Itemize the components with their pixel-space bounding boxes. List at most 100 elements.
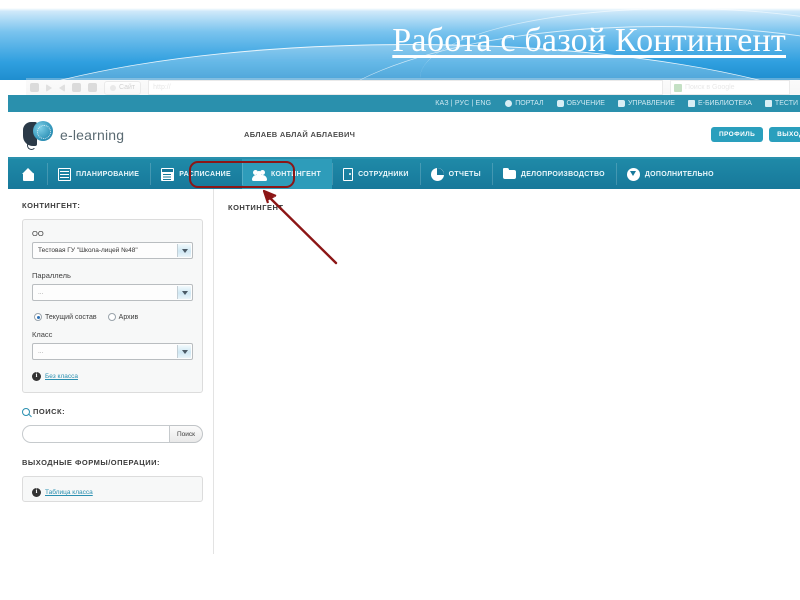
sidebar-heading-search: ПОИСК: bbox=[22, 407, 203, 416]
slide-banner: Работа с базой Контингент bbox=[0, 0, 800, 80]
people-icon bbox=[251, 168, 267, 181]
browser-menu-icon[interactable] bbox=[30, 83, 39, 92]
book-globe-icon bbox=[22, 120, 54, 150]
refresh-icon[interactable] bbox=[72, 83, 81, 92]
logo-text: e-learning bbox=[60, 126, 125, 143]
info-icon: i bbox=[32, 488, 41, 497]
radio-dot-icon bbox=[107, 313, 116, 321]
util-label-portal: ПОРТАЛ bbox=[515, 100, 544, 107]
lang-separator-2: | bbox=[471, 100, 474, 107]
book-icon bbox=[764, 100, 772, 107]
radio-label-current: Текущий состав bbox=[45, 313, 97, 321]
forward-arrow-icon[interactable] bbox=[59, 83, 65, 92]
util-label-management: УПРАВЛЕНИЕ bbox=[627, 100, 675, 107]
app-header: e-learning АБЛАЕВ АБЛАЙ АБЛАЕВИЧ ПРОФИЛЬ… bbox=[8, 112, 800, 159]
radio-label-archive: Архив bbox=[118, 313, 139, 321]
main-navigation: ПЛАНИРОВАНИЕ РАСПИСАНИЕ КОНТИНГЕНТ СОТРУ… bbox=[8, 159, 800, 189]
class-select-value: ... bbox=[38, 348, 44, 355]
oo-select-value: Тестовая ГУ "Школа-лицей №48" bbox=[38, 247, 138, 254]
class-label: Класс bbox=[32, 330, 53, 339]
sidebar-heading-forms: ВЫХОДНЫЕ ФОРМЫ/ОПЕРАЦИИ: bbox=[22, 458, 161, 467]
nav-label-employees: СОТРУДНИКИ bbox=[358, 170, 409, 178]
lang-rus[interactable]: РУС bbox=[455, 100, 470, 107]
parallel-select[interactable]: ... bbox=[32, 284, 193, 301]
nav-label-additional: ДОПОЛНИТЕЛЬНО bbox=[644, 170, 714, 178]
slide-bottom-margin bbox=[0, 555, 800, 600]
filter-panel: ОО Тестовая ГУ "Школа-лицей №48" Паралле… bbox=[22, 219, 203, 393]
lang-kaz[interactable]: КАЗ bbox=[435, 100, 449, 107]
util-link-testing[interactable]: ТЕСТИ bbox=[764, 100, 798, 107]
parallel-label: Параллель bbox=[32, 271, 71, 280]
oo-label: ОО bbox=[32, 229, 44, 238]
util-link-training[interactable]: ОБУЧЕНИЕ bbox=[556, 100, 605, 107]
logo-block[interactable]: e-learning bbox=[8, 120, 228, 150]
nav-label-contingent: КОНТИНГЕНТ bbox=[270, 170, 322, 178]
util-label-elibrary: Е-БИБЛИОТЕКА bbox=[697, 100, 752, 107]
radio-current-composition[interactable]: Текущий состав bbox=[34, 313, 97, 321]
search-input[interactable] bbox=[22, 425, 170, 443]
class-select[interactable]: ... bbox=[32, 343, 193, 360]
forms-link-row[interactable]: i Таблица класса bbox=[32, 488, 193, 497]
bookmark-button[interactable]: Сайт bbox=[104, 80, 142, 95]
nav-item-records[interactable]: ДЕЛОПРОИЗВОДСТВО bbox=[491, 159, 616, 189]
parallel-select-value: ... bbox=[38, 289, 44, 296]
browser-search-placeholder: Поиск в Google bbox=[685, 84, 735, 91]
sidebar: КОНТИНГЕНТ: ОО Тестовая ГУ "Школа-лицей … bbox=[8, 189, 214, 554]
util-label-testing: ТЕСТИ bbox=[774, 100, 798, 107]
chevron-down-icon[interactable] bbox=[177, 286, 191, 299]
home-chrome-icon[interactable] bbox=[88, 83, 97, 92]
nav-item-home[interactable] bbox=[8, 159, 47, 189]
folder-icon bbox=[502, 167, 516, 181]
lang-separator-1: | bbox=[450, 100, 453, 107]
address-bar[interactable]: http:// bbox=[148, 80, 663, 95]
user-name: АБЛАЕВ АБЛАЙ АБЛАЕВИЧ bbox=[244, 130, 356, 139]
no-class-link[interactable]: Без класса bbox=[45, 373, 78, 380]
chevron-down-icon[interactable] bbox=[177, 244, 191, 257]
page-title: КОНТИНГЕНТ bbox=[228, 203, 284, 212]
app-body: КОНТИНГЕНТ: ОО Тестовая ГУ "Школа-лицей … bbox=[8, 189, 800, 554]
back-arrow-icon[interactable] bbox=[46, 83, 52, 92]
forms-link[interactable]: Таблица класса bbox=[45, 489, 93, 496]
grid-icon bbox=[58, 167, 71, 181]
language-switcher[interactable]: КАЗ | РУС | ENG bbox=[435, 100, 491, 107]
status-radio-group: Текущий состав Архив bbox=[34, 313, 193, 321]
application-window: КАЗ | РУС | ENG ПОРТАЛ ОБУЧЕНИЕ УПРАВЛЕН… bbox=[8, 95, 800, 555]
util-link-management[interactable]: УПРАВЛЕНИЕ bbox=[617, 100, 675, 107]
nav-item-schedule[interactable]: РАСПИСАНИЕ bbox=[150, 159, 242, 189]
util-link-portal[interactable]: ПОРТАЛ bbox=[505, 100, 544, 107]
util-link-elibrary[interactable]: Е-БИБЛИОТЕКА bbox=[687, 100, 752, 107]
nav-label-records: ДЕЛОПРОИЗВОДСТВО bbox=[520, 170, 605, 178]
chevron-down-icon[interactable] bbox=[177, 345, 191, 358]
search-icon bbox=[22, 407, 30, 416]
oo-select[interactable]: Тестовая ГУ "Школа-лицей №48" bbox=[32, 242, 193, 259]
globe-icon bbox=[505, 100, 513, 107]
nav-item-additional[interactable]: ДОПОЛНИТЕЛЬНО bbox=[615, 159, 725, 189]
pie-chart-icon bbox=[430, 167, 444, 181]
search-button[interactable]: Поиск bbox=[169, 425, 203, 443]
header-buttons: ПРОФИЛЬ ВЫХОД bbox=[710, 127, 800, 142]
nav-item-planning[interactable]: ПЛАНИРОВАНИЕ bbox=[47, 159, 150, 189]
profile-button[interactable]: ПРОФИЛЬ bbox=[710, 127, 764, 142]
check-icon bbox=[556, 100, 564, 107]
nav-item-employees[interactable]: СОТРУДНИКИ bbox=[332, 159, 420, 189]
browser-search-box[interactable]: Поиск в Google bbox=[670, 80, 790, 95]
search-heading-label: ПОИСК: bbox=[33, 407, 66, 416]
search-row: Поиск bbox=[22, 425, 203, 443]
logout-button[interactable]: ВЫХОД bbox=[769, 127, 800, 142]
book-icon bbox=[687, 100, 695, 107]
lang-eng[interactable]: ENG bbox=[475, 100, 491, 107]
nav-label-reports: ОТЧЕТЫ bbox=[448, 170, 481, 178]
slide-title: Работа с базой Контингент bbox=[392, 22, 786, 59]
top-utility-strip: КАЗ | РУС | ENG ПОРТАЛ ОБУЧЕНИЕ УПРАВЛЕН… bbox=[8, 95, 800, 112]
no-class-row[interactable]: i Без класса bbox=[32, 372, 193, 381]
main-content: КОНТИНГЕНТ bbox=[214, 189, 800, 554]
nav-label-planning: ПЛАНИРОВАНИЕ bbox=[76, 170, 140, 178]
util-label-training: ОБУЧЕНИЕ bbox=[566, 100, 605, 107]
door-icon bbox=[343, 167, 354, 181]
down-arrow-circle-icon bbox=[626, 167, 640, 181]
radio-archive[interactable]: Архив bbox=[107, 313, 139, 321]
bookmark-icon bbox=[110, 84, 116, 91]
nav-item-contingent[interactable]: КОНТИНГЕНТ bbox=[241, 159, 333, 189]
nav-item-reports[interactable]: ОТЧЕТЫ bbox=[419, 159, 492, 189]
info-icon: i bbox=[32, 372, 41, 381]
